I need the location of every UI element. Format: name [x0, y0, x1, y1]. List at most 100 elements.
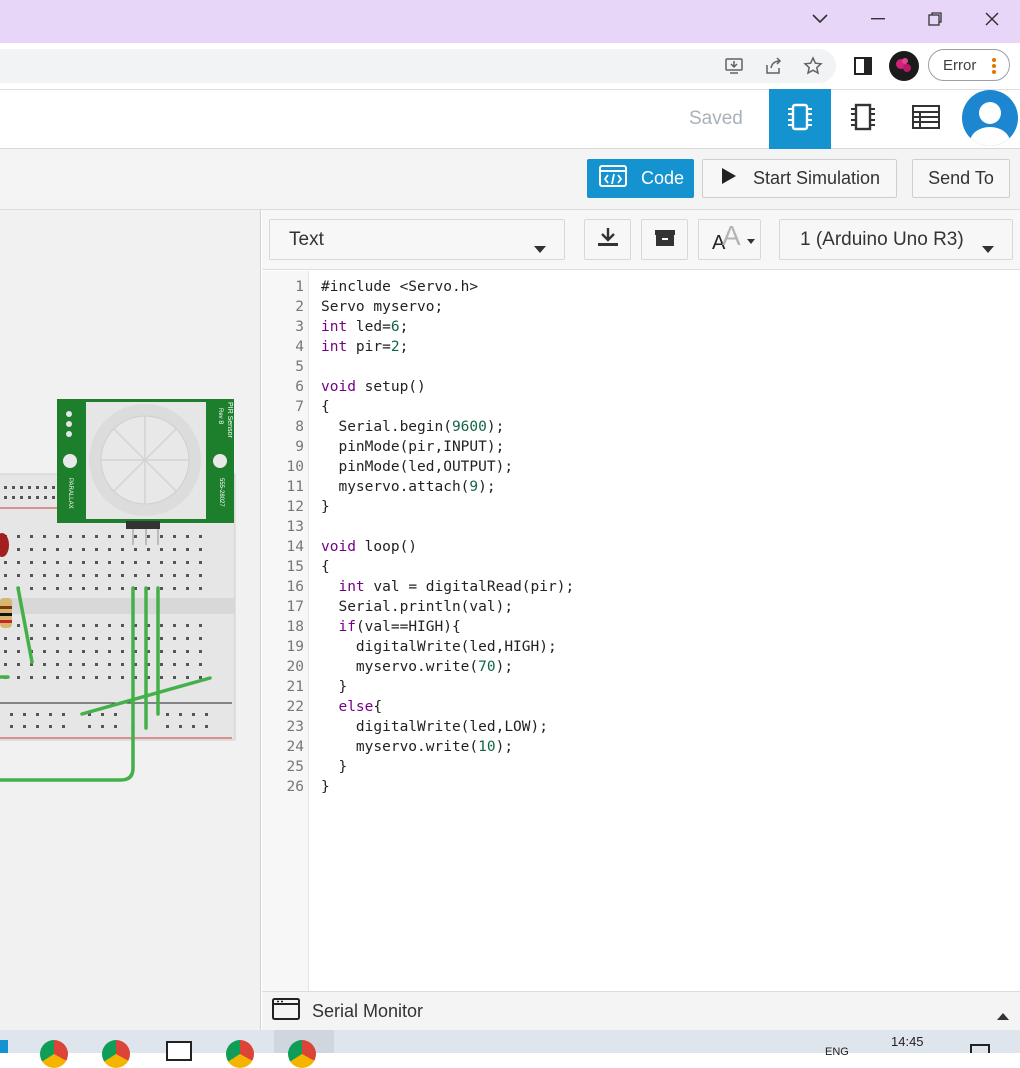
line-number: 22 — [286, 699, 304, 715]
board-select-value: 1 (Arduino Uno R3) — [800, 228, 964, 250]
send-to-label: Send To — [928, 168, 994, 188]
code-line[interactable]: int val = digitalRead(pir); — [321, 577, 574, 597]
code-line[interactable]: if(val==HIGH){ — [321, 617, 460, 637]
breadboard-icon — [787, 102, 813, 137]
language-indicator[interactable]: ENG — [825, 1046, 849, 1058]
line-number: 3 — [295, 319, 304, 335]
share-icon[interactable] — [760, 53, 788, 79]
menu-dots-icon — [991, 57, 997, 79]
error-status-button[interactable]: Error — [928, 49, 1010, 81]
taskbar-app-icon[interactable] — [0, 1040, 8, 1053]
code-line[interactable]: else{ — [321, 697, 382, 717]
bookmark-star-icon[interactable] — [799, 53, 827, 79]
address-bar[interactable] — [0, 49, 836, 83]
download-icon — [597, 227, 619, 252]
line-number: 7 — [295, 399, 304, 415]
code-line[interactable]: #include <Servo.h> — [321, 277, 478, 297]
line-number: 15 — [286, 559, 304, 575]
title-bar — [0, 0, 1020, 43]
clock-time[interactable]: 14:45 — [891, 1034, 924, 1049]
code-line[interactable]: } — [321, 497, 330, 517]
code-editor[interactable]: #include <Servo.h> Servo myservo; int led=… — [309, 271, 1020, 991]
font-size-icon: AA — [705, 220, 755, 257]
code-line[interactable]: } — [321, 677, 347, 697]
code-label: Code — [641, 168, 685, 188]
line-number: 14 — [286, 539, 304, 555]
photos-taskbar-icon[interactable] — [166, 1041, 192, 1061]
line-number: 9 — [295, 439, 304, 455]
pir-title: PIR Sensor — [226, 402, 233, 438]
line-number: 16 — [286, 579, 304, 595]
send-to-button[interactable]: Send To — [912, 159, 1010, 198]
code-line[interactable]: Serial.println(val); — [321, 597, 513, 617]
chrome-taskbar-icon[interactable] — [40, 1040, 68, 1068]
code-line[interactable]: { — [321, 397, 330, 417]
editor-mode-select[interactable]: Text — [269, 219, 565, 260]
board-select[interactable]: 1 (Arduino Uno R3) — [779, 219, 1013, 260]
install-app-icon[interactable] — [720, 53, 748, 79]
archive-box-icon — [653, 227, 677, 252]
chip-icon — [850, 102, 876, 137]
chrome-taskbar-icon[interactable] — [288, 1040, 316, 1068]
chrome-taskbar-icon[interactable] — [226, 1040, 254, 1068]
line-number: 5 — [295, 359, 304, 375]
code-line[interactable]: pinMode(pir,INPUT); — [321, 437, 504, 457]
code-line[interactable]: digitalWrite(led,HIGH); — [321, 637, 557, 657]
code-line[interactable]: digitalWrite(led,LOW); — [321, 717, 548, 737]
line-number: 20 — [286, 659, 304, 675]
tab-search-chevron-icon[interactable] — [791, 0, 849, 38]
serial-monitor-bar[interactable]: Serial Monitor — [262, 991, 1020, 1030]
minimize-icon[interactable] — [849, 0, 907, 38]
pir-rev: Rev B — [217, 408, 223, 424]
svg-text:A: A — [722, 222, 741, 251]
close-icon[interactable] — [963, 0, 1020, 38]
line-number: 23 — [286, 719, 304, 735]
code-line[interactable]: } — [321, 777, 330, 797]
notification-icon[interactable] — [970, 1044, 990, 1053]
profile-avatar[interactable] — [889, 51, 919, 81]
line-number: 6 — [295, 379, 304, 395]
os-taskbar: ENG 14:45 — [0, 1030, 1020, 1068]
code-line[interactable]: void setup() — [321, 377, 426, 397]
libraries-button[interactable] — [641, 219, 688, 260]
line-number: 13 — [286, 519, 304, 535]
code-line[interactable]: { — [321, 557, 330, 577]
user-avatar[interactable] — [962, 90, 1018, 146]
code-line[interactable]: Serial.begin(9600); — [321, 417, 504, 437]
code-line[interactable]: void loop() — [321, 537, 417, 557]
circuit-canvas[interactable]: PIR Sensor Rev B 555-28027 PARALLAX — [0, 210, 261, 1030]
chrome-taskbar-icon[interactable] — [102, 1040, 130, 1068]
line-number: 26 — [286, 779, 304, 795]
code-line[interactable]: int pir=2; — [321, 337, 408, 357]
code-line[interactable]: Servo myservo; — [321, 297, 443, 317]
code-line[interactable]: myservo.write(70); — [321, 657, 513, 677]
side-panel-icon[interactable] — [849, 53, 877, 79]
line-number: 21 — [286, 679, 304, 695]
code-editor-icon — [599, 165, 627, 192]
code-line[interactable]: pinMode(led,OUTPUT); — [321, 457, 513, 477]
line-number: 19 — [286, 639, 304, 655]
code-button[interactable]: Code — [587, 159, 694, 198]
code-line[interactable]: } — [321, 757, 347, 777]
code-line[interactable]: myservo.write(10); — [321, 737, 513, 757]
start-simulation-label: Start Simulation — [753, 168, 881, 188]
caret-up-icon[interactable] — [997, 1007, 1009, 1025]
serial-monitor-label: Serial Monitor — [312, 1000, 424, 1021]
caret-down-icon — [534, 237, 546, 259]
font-size-button[interactable]: AA — [698, 219, 761, 260]
pir-brand: PARALLAX — [67, 478, 73, 509]
code-line[interactable]: myservo.attach(9); — [321, 477, 495, 497]
start-simulation-button[interactable]: Start Simulation — [702, 159, 897, 198]
schematic-view-button[interactable] — [832, 89, 894, 149]
download-code-button[interactable] — [584, 219, 631, 260]
component-list-button[interactable] — [895, 89, 957, 149]
terminal-window-icon — [272, 997, 300, 1025]
saved-status: Saved — [689, 108, 743, 129]
line-number: 1 — [295, 279, 304, 295]
code-line[interactable]: int led=6; — [321, 317, 408, 337]
line-number: 18 — [286, 619, 304, 635]
restore-icon[interactable] — [906, 0, 964, 38]
circuit-view-button[interactable] — [769, 89, 831, 149]
line-number: 4 — [295, 339, 304, 355]
pir-part: 555-28027 — [218, 478, 224, 507]
